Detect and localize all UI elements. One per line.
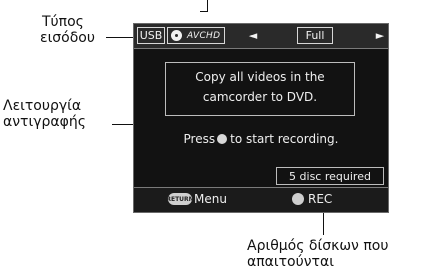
copy-message-line2: camcorder to DVD. [202, 90, 318, 104]
input-type-indicator: USB [137, 27, 165, 44]
menu-label[interactable]: Menu [194, 192, 227, 206]
camcorder-screen: USB AVCHD ◄ Full ► Copy all videos in th… [133, 23, 389, 213]
callout-copy-mode-line2: αντιγραφής [3, 114, 86, 130]
callout-input-type-line2: εισόδου [40, 30, 95, 46]
copy-mode-indicator[interactable]: Full [297, 27, 333, 44]
callout-input-type: Τύπος εισόδου [40, 14, 120, 46]
disc-required-indicator: 5 disc required [276, 167, 384, 185]
press-prefix: Press [183, 132, 216, 146]
press-instruction: Press to start recording. [134, 132, 388, 146]
press-suffix: to start recording. [230, 132, 339, 146]
rec-label[interactable]: REC [308, 192, 332, 206]
callout-discs-needed: Αριθμός δίσκων που απαιτούνται [247, 238, 422, 270]
screen-top-bar: USB AVCHD ◄ Full ► [134, 24, 388, 49]
copy-message-line1: Copy all videos in the [195, 70, 325, 84]
return-key-icon[interactable]: RETURN [166, 193, 194, 205]
callout-copy-mode-line1: Λειτουργία [3, 98, 82, 114]
copy-message: Copy all videos in the camcorder to DVD. [165, 62, 355, 116]
screen-bottom-bar: RETURN Menu REC [134, 187, 388, 212]
disc-icon [171, 30, 182, 41]
rec-button-icon[interactable] [292, 193, 304, 205]
top-leader-tick [200, 11, 208, 12]
callout-discs-line2: απαιτούνται [247, 254, 334, 270]
input-type-leader [106, 37, 134, 38]
format-badge-label: AVCHD [187, 30, 221, 41]
format-badge: AVCHD [167, 27, 225, 44]
left-arrow-icon[interactable]: ◄ [246, 27, 260, 44]
callout-copy-mode: Λειτουργία αντιγραφής [3, 98, 113, 130]
callout-input-type-line1: Τύπος [42, 14, 84, 30]
button-icon [217, 134, 228, 144]
right-arrow-icon[interactable]: ► [373, 27, 387, 44]
callout-discs-line1: Αριθμός δίσκων που [247, 238, 389, 254]
